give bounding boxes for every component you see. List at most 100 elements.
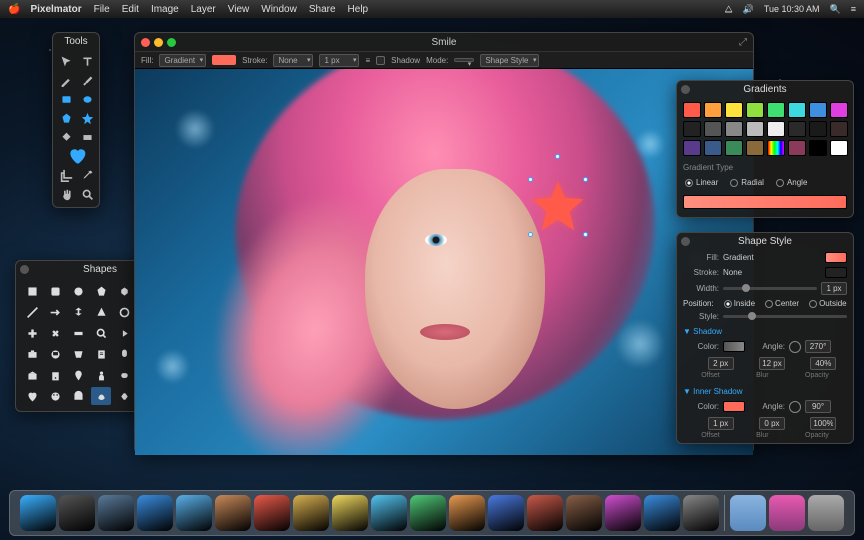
menu-app[interactable]: Pixelmator (30, 4, 81, 15)
shape-item[interactable] (68, 324, 88, 342)
move-tool[interactable] (56, 52, 76, 70)
shape-item[interactable] (68, 366, 88, 384)
dock-photobooth-icon[interactable] (449, 495, 485, 531)
fill-dropdown[interactable]: Gradient (159, 54, 206, 67)
apple-menu-icon[interactable]: 🍎 (8, 4, 20, 15)
dock-facetime-icon[interactable] (410, 495, 446, 531)
mode-dropdown[interactable] (454, 58, 474, 62)
dock-systemprefs-icon[interactable] (683, 495, 719, 531)
stroke-width-dropdown[interactable]: 1 px (319, 54, 359, 67)
dock-safari-icon[interactable] (137, 495, 173, 531)
ss-is-offset[interactable] (708, 417, 734, 430)
shape-item[interactable] (68, 303, 88, 321)
menu-image[interactable]: Image (151, 4, 179, 15)
menu-help[interactable]: Help (348, 4, 369, 15)
gradient-swatch[interactable] (809, 140, 827, 156)
angle-dial-icon[interactable] (789, 401, 801, 413)
ss-stroke-dropdown[interactable]: None (723, 268, 821, 277)
dock-preview-icon[interactable] (488, 495, 524, 531)
dock-itunes-icon[interactable] (605, 495, 641, 531)
angle-dial-icon[interactable] (789, 341, 801, 353)
shape-item[interactable] (22, 282, 42, 300)
ss-is-color[interactable] (723, 401, 745, 412)
clock[interactable]: Tue 10:30 AM (764, 4, 820, 14)
shape-item[interactable] (91, 387, 111, 405)
notifications-icon[interactable]: ≡ (851, 4, 856, 14)
gradient-swatch[interactable] (725, 102, 743, 118)
gradient-swatch[interactable] (809, 121, 827, 137)
rotation-handle[interactable] (555, 154, 560, 159)
ss-fill-dropdown[interactable]: Gradient (723, 253, 821, 262)
gradient-radial-radio[interactable]: Radial (730, 178, 764, 187)
shape-item[interactable] (91, 303, 111, 321)
dock-contacts-icon[interactable] (215, 495, 251, 531)
zoom-tool[interactable] (77, 185, 97, 203)
custom-shape-tool[interactable] (67, 147, 87, 165)
dock-reminders-icon[interactable] (293, 495, 329, 531)
text-tool[interactable] (77, 52, 97, 70)
shape-item[interactable] (45, 282, 65, 300)
menu-view[interactable]: View (228, 4, 250, 15)
shape-item[interactable] (45, 366, 65, 384)
gradient-swatch[interactable] (746, 121, 764, 137)
volume-icon[interactable]: 🔊 (743, 4, 754, 15)
wifi-icon[interactable]: ⧋ (725, 4, 733, 15)
gradient-editor-bar[interactable] (683, 195, 847, 209)
ss-shadow-opacity[interactable] (810, 357, 836, 370)
polygon-shape-tool[interactable] (56, 109, 76, 127)
menu-file[interactable]: File (94, 4, 110, 15)
ss-width-slider[interactable] (723, 287, 817, 290)
shape-item[interactable] (91, 366, 111, 384)
dock-calendar-icon[interactable] (254, 495, 290, 531)
selection-handle[interactable] (583, 177, 588, 182)
gradient-angle-radio[interactable]: Angle (776, 178, 807, 187)
ellipse-shape-tool[interactable] (77, 90, 97, 108)
shape-item[interactable] (45, 303, 65, 321)
gradient-swatch[interactable] (683, 102, 701, 118)
gradient-swatch[interactable] (830, 102, 848, 118)
ss-is-opacity[interactable] (810, 417, 836, 430)
dock-appstore-icon[interactable] (644, 495, 680, 531)
gradient-swatch[interactable] (830, 140, 848, 156)
ss-shadow-color[interactable] (723, 341, 745, 352)
dock-folder-icon[interactable] (730, 495, 766, 531)
shape-item[interactable] (91, 324, 111, 342)
shape-item[interactable] (68, 282, 88, 300)
shape-item[interactable] (114, 366, 134, 384)
ss-pos-outside[interactable]: Outside (809, 299, 847, 308)
crop-tool[interactable] (56, 166, 76, 184)
shape-item[interactable] (114, 324, 134, 342)
shape-item[interactable] (45, 387, 65, 405)
dock-pixelmator-icon[interactable] (769, 495, 805, 531)
shape-item[interactable] (22, 366, 42, 384)
gradient-swatch[interactable] (809, 102, 827, 118)
gradient-swatch[interactable] (746, 140, 764, 156)
gradient-swatch[interactable] (683, 140, 701, 156)
shape-item[interactable] (68, 387, 88, 405)
canvas[interactable] (135, 69, 753, 455)
shape-item[interactable] (45, 324, 65, 342)
gradient-swatch[interactable] (725, 140, 743, 156)
dock-trash-icon[interactable] (808, 495, 844, 531)
dock-notes-icon[interactable] (332, 495, 368, 531)
selection-handle[interactable] (528, 177, 533, 182)
star-shape-tool[interactable] (77, 109, 97, 127)
selection-handle[interactable] (583, 232, 588, 237)
shape-item[interactable] (22, 303, 42, 321)
hand-tool[interactable] (56, 185, 76, 203)
shape-item[interactable] (114, 345, 134, 363)
stroke-style-icon[interactable]: ≡ (365, 56, 370, 65)
shape-item[interactable] (22, 324, 42, 342)
dock-finder-icon[interactable] (20, 495, 56, 531)
titlebar[interactable]: Smile ⤢ (135, 33, 753, 51)
dock-messages-icon[interactable] (371, 495, 407, 531)
pen-tool[interactable] (56, 71, 76, 89)
ss-fill-swatch[interactable] (825, 252, 847, 263)
gradient-swatch[interactable] (788, 121, 806, 137)
menu-share[interactable]: Share (309, 4, 336, 15)
shape-item[interactable] (114, 387, 134, 405)
dock-mail-icon[interactable] (176, 495, 212, 531)
brush-tool[interactable] (77, 71, 97, 89)
ss-innershadow-disclosure[interactable]: ▼ Inner Shadow (677, 383, 853, 398)
ss-stroke-swatch[interactable] (825, 267, 847, 278)
